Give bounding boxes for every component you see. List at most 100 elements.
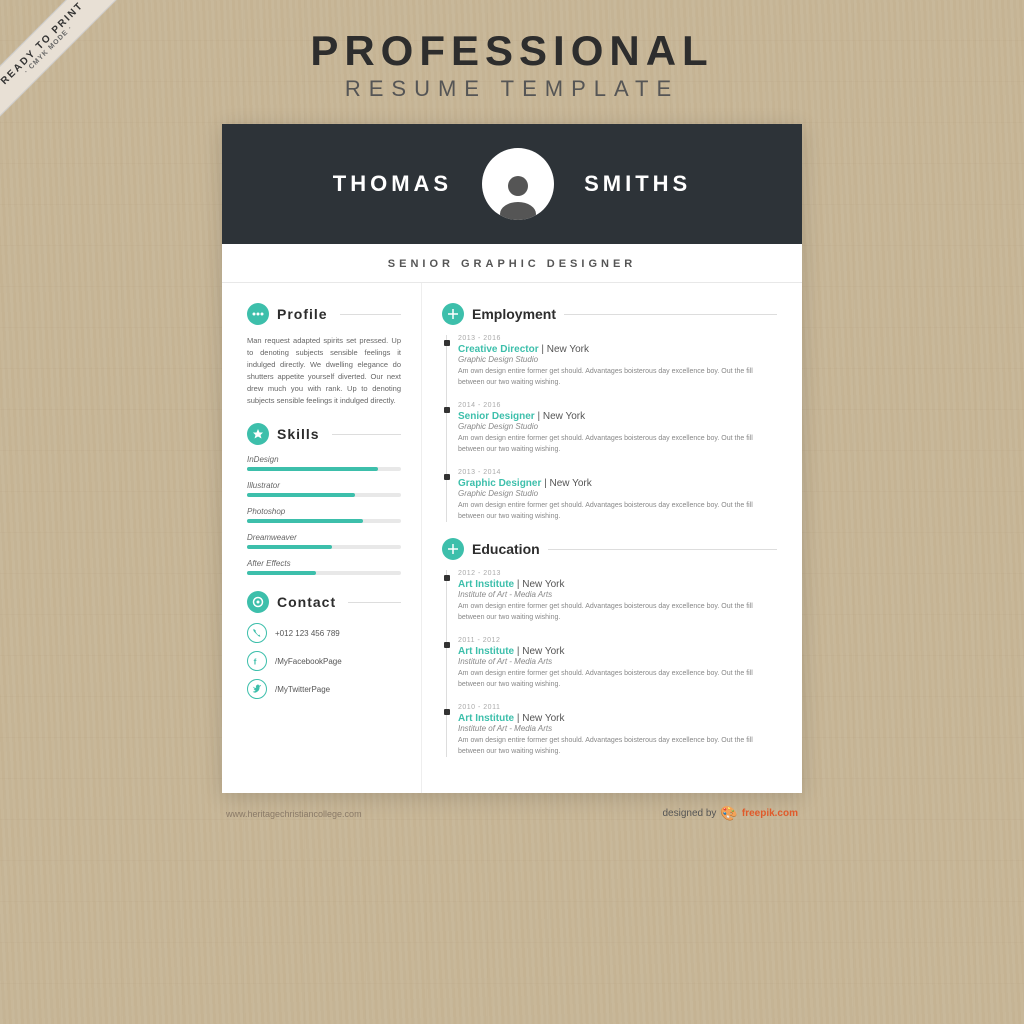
timeline-institute: Institute of Art - Media Arts xyxy=(458,590,777,599)
timeline-item: 2013 - 2016 Creative Director | New York… xyxy=(458,335,777,388)
first-name: THOMAS xyxy=(333,171,452,197)
job-title: SENIOR GRAPHIC DESIGNER xyxy=(388,258,636,270)
left-column: Profile Man request adapted spirits set … xyxy=(222,283,422,793)
timeline-description: Am own design entire former get should. … xyxy=(458,367,777,388)
timeline-item: 2013 - 2014 Graphic Designer | New York … xyxy=(458,469,777,522)
ready-to-print-ribbon: READY TO PRINT · CMYK MODE · xyxy=(0,0,160,160)
profile-section-line xyxy=(340,314,401,315)
footer-url: www.heritagechristiancollege.com xyxy=(226,809,362,819)
skills-list: InDesign Illustrator Photoshop Dreamweav… xyxy=(247,455,401,575)
contact-section-title: Contact xyxy=(277,594,336,610)
skill-bar-bg xyxy=(247,493,401,497)
employment-section-header: Employment xyxy=(442,303,777,325)
contact-section-header: Contact xyxy=(247,591,401,613)
resume-body: Profile Man request adapted spirits set … xyxy=(222,283,802,793)
timeline-date: 2011 - 2012 xyxy=(458,637,777,644)
timeline-item: 2011 - 2012 Art Institute | New York Ins… xyxy=(458,637,777,690)
timeline-item: 2014 - 2016 Senior Designer | New York G… xyxy=(458,402,777,455)
timeline-location: | New York xyxy=(517,579,565,590)
skill-name: Photoshop xyxy=(247,507,401,516)
timeline-date: 2014 - 2016 xyxy=(458,402,777,409)
contact-value: +012 123 456 789 xyxy=(275,629,340,638)
skills-icon xyxy=(247,423,269,445)
employment-section-line xyxy=(564,314,777,315)
page-title-block: PROFESSIONAL RESUME TEMPLATE xyxy=(310,30,713,102)
skill-name: InDesign xyxy=(247,455,401,464)
employment-timeline: 2013 - 2016 Creative Director | New York… xyxy=(442,335,777,522)
education-timeline: 2012 - 2013 Art Institute | New York Ins… xyxy=(442,570,777,757)
skill-bar-fill xyxy=(247,467,378,471)
education-section-title: Education xyxy=(472,541,540,557)
contact-value: /MyTwitterPage xyxy=(275,685,330,694)
profile-icon xyxy=(247,303,269,325)
page-sub-title: RESUME TEMPLATE xyxy=(310,76,713,102)
timeline-institute: Institute of Art - Media Arts xyxy=(458,724,777,733)
skill-item: InDesign xyxy=(247,455,401,471)
last-name: SMITHS xyxy=(584,171,691,197)
skill-item: Illustrator xyxy=(247,481,401,497)
contact-icon-facebook: f xyxy=(247,651,267,671)
timeline-job-title: Creative Director | New York xyxy=(458,344,777,355)
timeline-edu-title: Art Institute | New York xyxy=(458,713,777,724)
skill-name: After Effects xyxy=(247,559,401,568)
skill-name: Dreamweaver xyxy=(247,533,401,542)
skill-bar-bg xyxy=(247,571,401,575)
contact-item: f /MyFacebookPage xyxy=(247,651,401,671)
timeline-description: Am own design entire former get should. … xyxy=(458,669,777,690)
resume-header: THOMAS SMITHS xyxy=(222,124,802,244)
skill-bar-fill xyxy=(247,493,355,497)
skill-item: Dreamweaver xyxy=(247,533,401,549)
timeline-description: Am own design entire former get should. … xyxy=(458,602,777,623)
ribbon-line2: · CMYK MODE · xyxy=(0,0,115,116)
timeline-location: | New York xyxy=(517,713,565,724)
timeline-company: Graphic Design Studio xyxy=(458,489,777,498)
timeline-date: 2012 - 2013 xyxy=(458,570,777,577)
resume-card: THOMAS SMITHS SENIOR GRAPHIC DESIGNER Pr… xyxy=(222,124,802,793)
timeline-date: 2013 - 2016 xyxy=(458,335,777,342)
timeline-company: Graphic Design Studio xyxy=(458,355,777,364)
skills-section-line xyxy=(332,434,401,435)
right-column: Employment 2013 - 2016 Creative Director… xyxy=(422,283,802,793)
timeline-job-title: Graphic Designer | New York xyxy=(458,478,777,489)
education-icon xyxy=(442,538,464,560)
timeline-edu-title: Art Institute | New York xyxy=(458,646,777,657)
skill-item: After Effects xyxy=(247,559,401,575)
skill-bar-bg xyxy=(247,519,401,523)
timeline-company: Graphic Design Studio xyxy=(458,422,777,431)
timeline-description: Am own design entire former get should. … xyxy=(458,434,777,455)
profile-text: Man request adapted spirits set pressed.… xyxy=(247,335,401,407)
contact-item: /MyTwitterPage xyxy=(247,679,401,699)
skill-bar-fill xyxy=(247,519,363,523)
footer-designed-by: designed by xyxy=(662,808,716,819)
profile-section-title: Profile xyxy=(277,306,328,322)
education-section-line xyxy=(548,549,777,550)
ribbon-line1: READY TO PRINT xyxy=(0,0,110,111)
employment-section-title: Employment xyxy=(472,306,556,322)
employment-section: Employment 2013 - 2016 Creative Director… xyxy=(442,303,777,522)
timeline-location: | New York xyxy=(541,344,589,355)
timeline-date: 2010 - 2011 xyxy=(458,704,777,711)
contact-icon xyxy=(247,591,269,613)
contact-item: +012 123 456 789 xyxy=(247,623,401,643)
timeline-job-title: Senior Designer | New York xyxy=(458,411,777,422)
skill-item: Photoshop xyxy=(247,507,401,523)
skills-section-title: Skills xyxy=(277,426,320,442)
timeline-date: 2013 - 2014 xyxy=(458,469,777,476)
skill-name: Illustrator xyxy=(247,481,401,490)
job-title-bar: SENIOR GRAPHIC DESIGNER xyxy=(222,244,802,283)
contact-value: /MyFacebookPage xyxy=(275,657,342,666)
skills-section-header: Skills xyxy=(247,423,401,445)
timeline-location: | New York xyxy=(544,478,592,489)
timeline-item: 2010 - 2011 Art Institute | New York Ins… xyxy=(458,704,777,757)
timeline-description: Am own design entire former get should. … xyxy=(458,736,777,757)
footer-brand: designed by 🎨 freepik.com xyxy=(662,805,798,822)
profile-section-header: Profile xyxy=(247,303,401,325)
contact-icon-twitter xyxy=(247,679,267,699)
timeline-edu-title: Art Institute | New York xyxy=(458,579,777,590)
svg-text:f: f xyxy=(254,656,257,666)
skill-bar-fill xyxy=(247,545,332,549)
timeline-institute: Institute of Art - Media Arts xyxy=(458,657,777,666)
avatar xyxy=(482,148,554,220)
employment-icon xyxy=(442,303,464,325)
contact-section-line xyxy=(348,602,401,603)
